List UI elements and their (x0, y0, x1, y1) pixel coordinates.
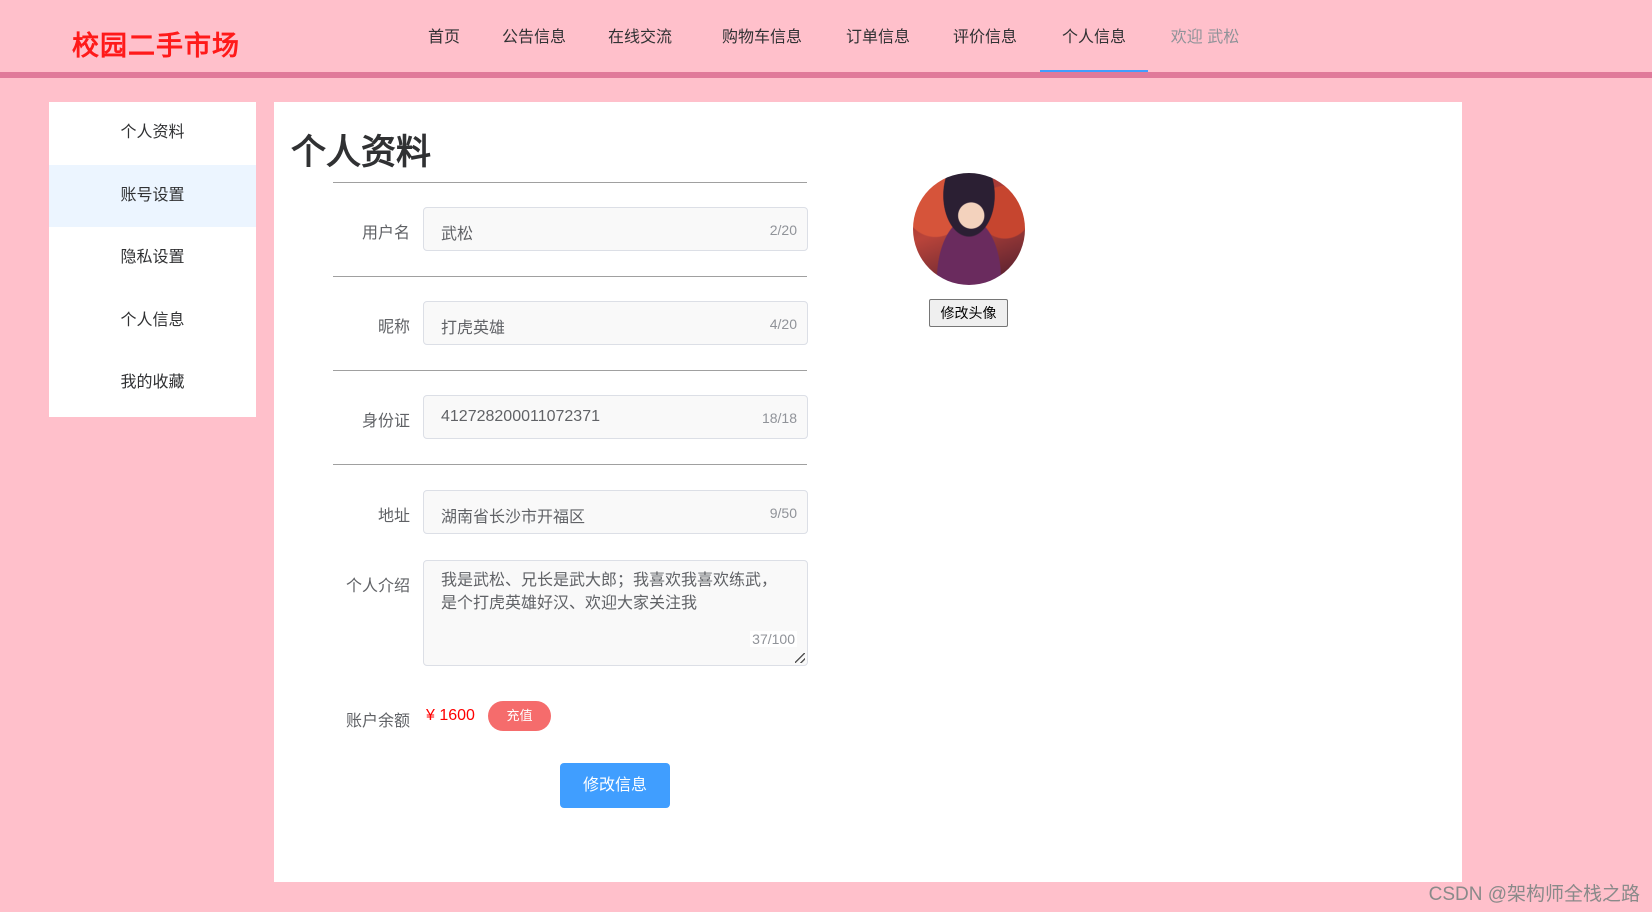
resize-handle-icon[interactable] (795, 653, 805, 663)
balance-label: 账户余额 (345, 713, 410, 730)
id-card-label: 身份证 (361, 413, 410, 430)
address-value: 湖南省长沙市开福区 (441, 509, 586, 526)
nav-welcome-user[interactable]: 欢迎 武松 (1160, 4, 1250, 72)
sidebar-item-profile[interactable]: 个人资料 (49, 102, 256, 165)
nickname-char-count: 4/20 (769, 316, 797, 332)
profile-panel: 个人资料 用户名 武松 2/20 昵称 打虎英雄 4/20 身份证 412728… (274, 102, 1462, 882)
divider (333, 370, 807, 371)
sidebar-item-personal-info[interactable]: 个人信息 (49, 290, 256, 353)
username-label: 用户名 (361, 225, 410, 242)
id-card-value: 412728200011072371 (441, 408, 600, 425)
divider (333, 276, 807, 277)
address-char-count: 9/50 (769, 505, 797, 521)
nav-item-cart[interactable]: 购物车信息 (709, 4, 815, 72)
avatar (913, 173, 1025, 285)
username-char-count: 2/20 (769, 222, 797, 238)
address-row: 地址 湖南省长沙市开福区 9/50 (274, 490, 814, 534)
username-input[interactable]: 武松 2/20 (423, 207, 808, 251)
divider (333, 182, 807, 183)
balance-row: 账户余额 ¥ 1600 充值 (274, 700, 814, 732)
sidebar-menu: 个人资料 账号设置 隐私设置 个人信息 我的收藏 (49, 102, 256, 417)
divider (333, 464, 807, 465)
intro-row: 个人介绍 我是武松、兄长是武大郎；我喜欢我喜欢练武，是个打虎英雄好汉、欢迎大家关… (274, 560, 814, 666)
nav-item-chat[interactable]: 在线交流 (600, 4, 680, 72)
sidebar-item-favorites[interactable]: 我的收藏 (49, 352, 256, 415)
id-card-input[interactable]: 412728200011072371 18/18 (423, 395, 808, 439)
address-label: 地址 (377, 508, 410, 525)
nav-item-home[interactable]: 首页 (418, 4, 470, 72)
nav-item-profile[interactable]: 个人信息 (1040, 4, 1148, 72)
page-title: 个人资料 (291, 133, 432, 172)
top-navbar: 校园二手市场 首页 公告信息 在线交流 购物车信息 订单信息 评价信息 个人信息… (0, 4, 1652, 78)
recharge-button[interactable]: 充值 (488, 701, 551, 731)
nav-item-orders[interactable]: 订单信息 (838, 4, 918, 72)
intro-char-count: 37/100 (750, 631, 797, 647)
nickname-label: 昵称 (377, 319, 410, 336)
main-nav: 首页 公告信息 在线交流 购物车信息 订单信息 评价信息 个人信息 欢迎 武松 (0, 4, 1652, 78)
change-avatar-button[interactable]: 修改头像 (929, 299, 1008, 327)
sidebar-item-account-settings[interactable]: 账号设置 (49, 164, 256, 227)
intro-textarea[interactable]: 我是武松、兄长是武大郎；我喜欢我喜欢练武，是个打虎英雄好汉、欢迎大家关注我 37… (423, 560, 808, 666)
id-card-row: 身份证 412728200011072371 18/18 (274, 395, 814, 439)
nav-item-announcements[interactable]: 公告信息 (494, 4, 574, 72)
id-card-char-count: 18/18 (761, 410, 797, 426)
intro-label: 个人介绍 (345, 578, 410, 595)
username-value: 武松 (441, 226, 474, 243)
nickname-row: 昵称 打虎英雄 4/20 (274, 301, 814, 345)
watermark: CSDN @架构师全栈之路 (1428, 884, 1640, 905)
nickname-value: 打虎英雄 (441, 320, 506, 337)
nickname-input[interactable]: 打虎英雄 4/20 (423, 301, 808, 345)
username-row: 用户名 武松 2/20 (274, 207, 814, 251)
address-input[interactable]: 湖南省长沙市开福区 9/50 (423, 490, 808, 534)
intro-value: 我是武松、兄长是武大郎；我喜欢我喜欢练武，是个打虎英雄好汉、欢迎大家关注我 (441, 572, 778, 612)
nav-item-reviews[interactable]: 评价信息 (945, 4, 1025, 72)
balance-value: ¥ 1600 (426, 707, 475, 724)
sidebar-item-privacy-settings[interactable]: 隐私设置 (49, 227, 256, 290)
update-info-button[interactable]: 修改信息 (560, 763, 670, 808)
